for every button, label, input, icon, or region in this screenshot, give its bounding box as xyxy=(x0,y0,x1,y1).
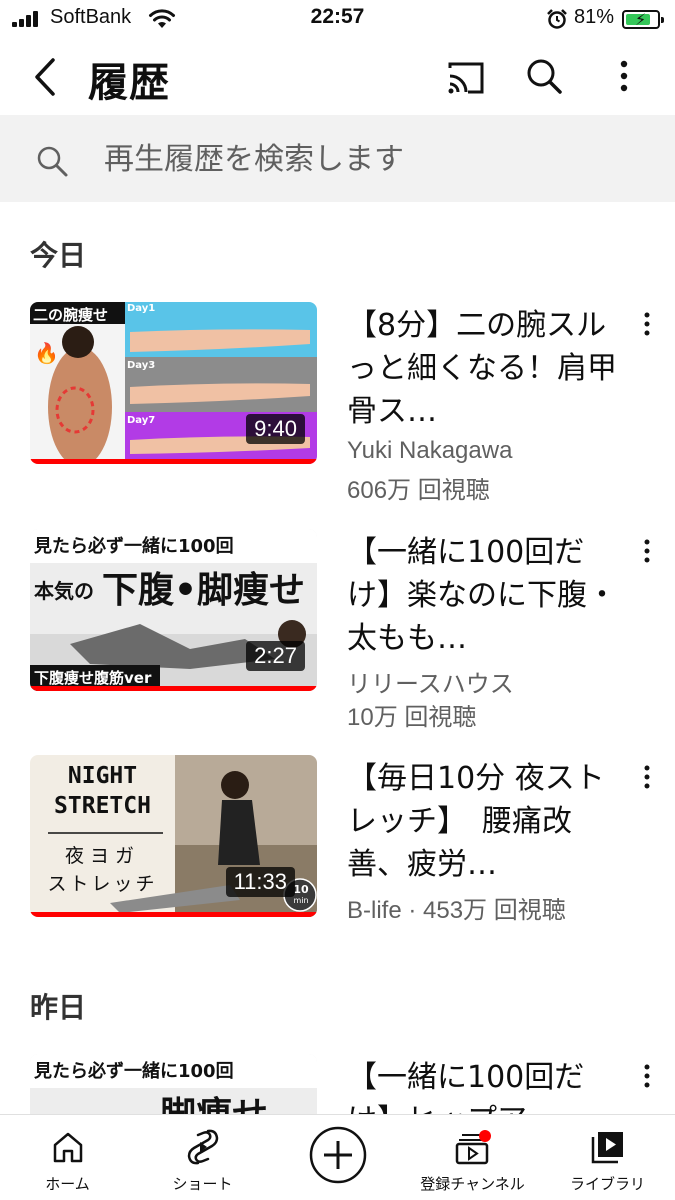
video-menu-button[interactable] xyxy=(632,1058,662,1094)
search-icon xyxy=(34,143,70,183)
video-item[interactable]: 見たら必ず一緒に100回 脚痩せ 【一緒に100回だけ】ヒップア xyxy=(0,1054,675,1114)
video-title[interactable]: 【一緒に100回だけ】ヒップア xyxy=(347,1056,622,1114)
video-item[interactable]: 見たら必ず一緒に100回 本気の 下腹•脚痩せ 下腹痩せ腹筋ver 2:27 【… xyxy=(0,529,675,731)
thumbnail-caption: 脚痩せ xyxy=(160,1086,268,1114)
nav-subscriptions[interactable]: 登録チャンネル xyxy=(405,1115,540,1200)
video-title[interactable]: 【8分】二の腕スルっと細くなる！肩甲骨ス… xyxy=(347,304,622,433)
video-thumbnail[interactable]: NIGHT STRETCH 夜ヨガ ストレッチ 10 min 11:33 xyxy=(30,755,317,917)
nav-home-label: ホーム xyxy=(45,1175,90,1193)
video-menu-button[interactable] xyxy=(632,533,662,569)
section-header-today: 今日 xyxy=(30,239,87,272)
thumbnail-badge-unit: min xyxy=(293,896,309,905)
nav-library[interactable]: ライブラリ xyxy=(540,1115,675,1200)
svg-text:🔥: 🔥 xyxy=(34,341,59,365)
battery-icon: ⚡ xyxy=(622,10,664,29)
video-thumbnail[interactable]: 🔥 二の腕痩せ Day1 Day3 Day7 9:40 xyxy=(30,302,317,464)
more-vertical-icon xyxy=(644,1064,650,1088)
video-duration: 9:40 xyxy=(246,414,305,444)
search-button[interactable] xyxy=(522,54,566,98)
cast-icon xyxy=(448,62,484,94)
notification-dot xyxy=(478,1130,491,1142)
charging-bolt-icon: ⚡ xyxy=(635,10,647,29)
video-duration: 11:33 xyxy=(225,867,295,897)
page-title: 履歴 xyxy=(88,60,170,106)
nav-home[interactable]: ホーム xyxy=(0,1115,135,1200)
watch-progress-bar xyxy=(30,459,317,464)
more-vertical-icon xyxy=(620,60,628,92)
thumbnail-day-label: Day7 xyxy=(127,415,156,426)
more-vertical-icon xyxy=(644,312,650,336)
top-app-bar: 履歴 xyxy=(0,40,675,115)
subscriptions-icon xyxy=(405,1127,540,1167)
channel-name: Yuki Nakagawa xyxy=(347,437,513,464)
create-icon xyxy=(270,1125,405,1185)
video-item[interactable]: NIGHT STRETCH 夜ヨガ ストレッチ 10 min 11:33 【毎日… xyxy=(0,755,675,955)
thumbnail-caption: NIGHT xyxy=(67,763,138,789)
video-thumbnail[interactable]: 見たら必ず一緒に100回 本気の 下腹•脚痩せ 下腹痩せ腹筋ver 2:27 xyxy=(30,529,317,691)
nav-shorts-label: ショート xyxy=(172,1175,233,1193)
more-vertical-icon xyxy=(644,765,650,789)
video-menu-button[interactable] xyxy=(632,759,662,795)
thumbnail-caption: ストレッチ xyxy=(47,873,158,895)
thumbnail-caption: 二の腕痩せ xyxy=(33,306,109,324)
channel-name: リリースハウス xyxy=(347,671,514,698)
watch-progress-bar xyxy=(30,686,317,691)
back-button[interactable] xyxy=(20,52,70,102)
thumbnail-caption: 夜ヨガ xyxy=(64,845,140,867)
battery-percentage: 81% xyxy=(574,6,615,28)
view-count: 10万 回視聴 xyxy=(347,704,477,731)
search-icon xyxy=(527,59,562,94)
thumbnail-caption: 下腹•脚痩せ xyxy=(102,570,306,611)
library-icon xyxy=(540,1127,675,1167)
thumbnail-day-label: Day3 xyxy=(127,360,156,371)
video-title[interactable]: 【毎日10分 夜ストレッチ】 腰痛改善、疲労… xyxy=(347,757,622,886)
section-header-yesterday: 昨日 xyxy=(30,991,87,1024)
video-duration: 2:27 xyxy=(246,641,305,671)
nav-subscriptions-label: 登録チャンネル xyxy=(420,1175,525,1193)
nav-shorts[interactable]: ショート xyxy=(135,1115,270,1200)
channel-and-views: B-life · 453万 回視聴 xyxy=(347,897,566,924)
cast-button[interactable] xyxy=(444,56,488,100)
alarm-icon xyxy=(546,8,568,34)
watch-progress-bar xyxy=(30,912,317,917)
more-vertical-icon xyxy=(644,539,650,563)
thumbnail-caption: STRETCH xyxy=(54,793,151,819)
history-search-input[interactable] xyxy=(104,135,644,183)
thumbnail-day-label: Day1 xyxy=(127,303,156,314)
video-title[interactable]: 【一緒に100回だけ】楽なのに下腹・太もも… xyxy=(347,531,622,660)
nav-library-label: ライブラリ xyxy=(569,1175,645,1193)
history-search-bar[interactable] xyxy=(0,115,675,202)
video-menu-button[interactable] xyxy=(632,306,662,342)
video-item[interactable]: 🔥 二の腕痩せ Day1 Day3 Day7 9:40 【8分】二の腕スルっと細… xyxy=(0,302,675,504)
home-icon xyxy=(0,1127,135,1167)
view-count: 606万 回視聴 xyxy=(347,477,490,504)
video-thumbnail[interactable]: 見たら必ず一緒に100回 脚痩せ xyxy=(30,1054,317,1114)
more-options-button[interactable] xyxy=(604,54,644,98)
bottom-navigation: ホーム ショート 登録チャンネル ライブラリ xyxy=(0,1114,675,1200)
back-arrow-icon xyxy=(35,58,55,96)
thumbnail-caption: 見たら必ず一緒に100回 xyxy=(34,536,234,557)
thumbnail-caption: 見たら必ず一緒に100回 xyxy=(34,1061,234,1082)
nav-create[interactable] xyxy=(270,1115,405,1200)
thumbnail-caption: 本気の xyxy=(34,579,94,603)
status-bar: SoftBank 22:57 81% ⚡ xyxy=(0,0,675,40)
thumbnail-caption: 下腹痩せ腹筋ver xyxy=(34,669,152,687)
shorts-icon xyxy=(135,1127,270,1167)
